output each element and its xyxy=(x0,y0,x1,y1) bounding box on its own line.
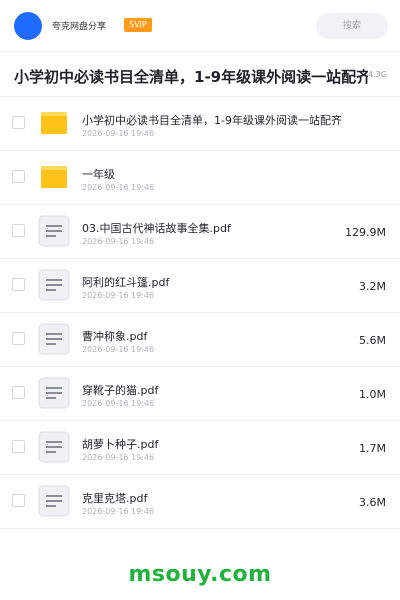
file-date: 2026-09-16 19:46 xyxy=(82,399,155,408)
share-title-bar: 小学初中必读书目全清单，1-9年级课外阅读一站配齐 4.3G xyxy=(0,53,400,97)
file-list: 小学初中必读书目全清单，1-9年级课外阅读一站配齐 2026-09-16 19:… xyxy=(0,97,400,529)
select-checkbox[interactable] xyxy=(12,116,25,129)
file-name[interactable]: 一年级 xyxy=(82,166,115,182)
file-name[interactable]: 曹冲称象.pdf xyxy=(82,328,147,344)
file-name[interactable]: 03.中国古代神话故事全集.pdf xyxy=(82,220,231,236)
file-date: 2026-09-16 19:46 xyxy=(82,183,155,192)
list-item[interactable]: 穿靴子的猫.pdf 2026-09-16 19:46 1.0M xyxy=(0,367,400,421)
pdf-icon xyxy=(38,215,70,247)
pdf-icon xyxy=(38,323,70,355)
select-checkbox[interactable] xyxy=(12,224,25,237)
file-size: 129.9M xyxy=(345,226,386,239)
file-size: 3.2M xyxy=(359,280,386,293)
file-name[interactable]: 克里克塔.pdf xyxy=(82,490,147,506)
select-checkbox[interactable] xyxy=(12,386,25,399)
select-checkbox[interactable] xyxy=(12,332,25,345)
file-name[interactable]: 阿利的红斗篷.pdf xyxy=(82,274,169,290)
select-checkbox[interactable] xyxy=(12,170,25,183)
page-title: 小学初中必读书目全清单，1-9年级课外阅读一站配齐 xyxy=(14,68,368,86)
list-item[interactable]: 03.中国古代神话故事全集.pdf 2026-09-16 19:46 129.9… xyxy=(0,205,400,259)
file-name[interactable]: 穿靴子的猫.pdf xyxy=(82,382,158,398)
file-date: 2026-09-16 19:46 xyxy=(82,345,155,354)
list-item[interactable]: 胡萝卜种子.pdf 2026-09-16 19:46 1.7M xyxy=(0,421,400,475)
file-date: 2026-09-16 19:46 xyxy=(82,453,155,462)
file-name[interactable]: 小学初中必读书目全清单，1-9年级课外阅读一站配齐 xyxy=(82,112,342,128)
app-header: 夸克网盘分享 SVIP 搜索 xyxy=(0,0,400,52)
search-input[interactable]: 搜索 xyxy=(316,13,388,39)
avatar[interactable] xyxy=(14,12,42,40)
folder-icon xyxy=(38,107,70,139)
file-date: 2026-09-16 19:46 xyxy=(82,129,155,138)
file-size: 3.6M xyxy=(359,496,386,509)
pdf-icon xyxy=(38,269,70,301)
list-item[interactable]: 小学初中必读书目全清单，1-9年级课外阅读一站配齐 2026-09-16 19:… xyxy=(0,97,400,151)
watermark: msouy.com xyxy=(128,562,272,587)
file-name[interactable]: 胡萝卜种子.pdf xyxy=(82,436,158,452)
file-size: 1.0M xyxy=(359,388,386,401)
svip-badge: SVIP xyxy=(124,18,152,32)
folder-icon xyxy=(38,161,70,193)
file-size: 1.7M xyxy=(359,442,386,455)
list-item[interactable]: 曹冲称象.pdf 2026-09-16 19:46 5.6M xyxy=(0,313,400,367)
file-date: 2026-09-16 19:46 xyxy=(82,507,155,516)
pdf-icon xyxy=(38,431,70,463)
file-size: 5.6M xyxy=(359,334,386,347)
list-item[interactable]: 阿利的红斗篷.pdf 2026-09-16 19:46 3.2M xyxy=(0,259,400,313)
file-date: 2026-09-16 19:46 xyxy=(82,291,155,300)
total-size: 4.3G xyxy=(368,70,387,79)
select-checkbox[interactable] xyxy=(12,440,25,453)
list-item[interactable]: 一年级 2026-09-16 19:46 xyxy=(0,151,400,205)
select-checkbox[interactable] xyxy=(12,494,25,507)
select-checkbox[interactable] xyxy=(12,278,25,291)
brand-name: 夸克网盘分享 xyxy=(52,22,107,32)
pdf-icon xyxy=(38,485,70,517)
file-date: 2026-09-16 19:46 xyxy=(82,237,155,246)
pdf-icon xyxy=(38,377,70,409)
list-item[interactable]: 克里克塔.pdf 2026-09-16 19:46 3.6M xyxy=(0,475,400,529)
